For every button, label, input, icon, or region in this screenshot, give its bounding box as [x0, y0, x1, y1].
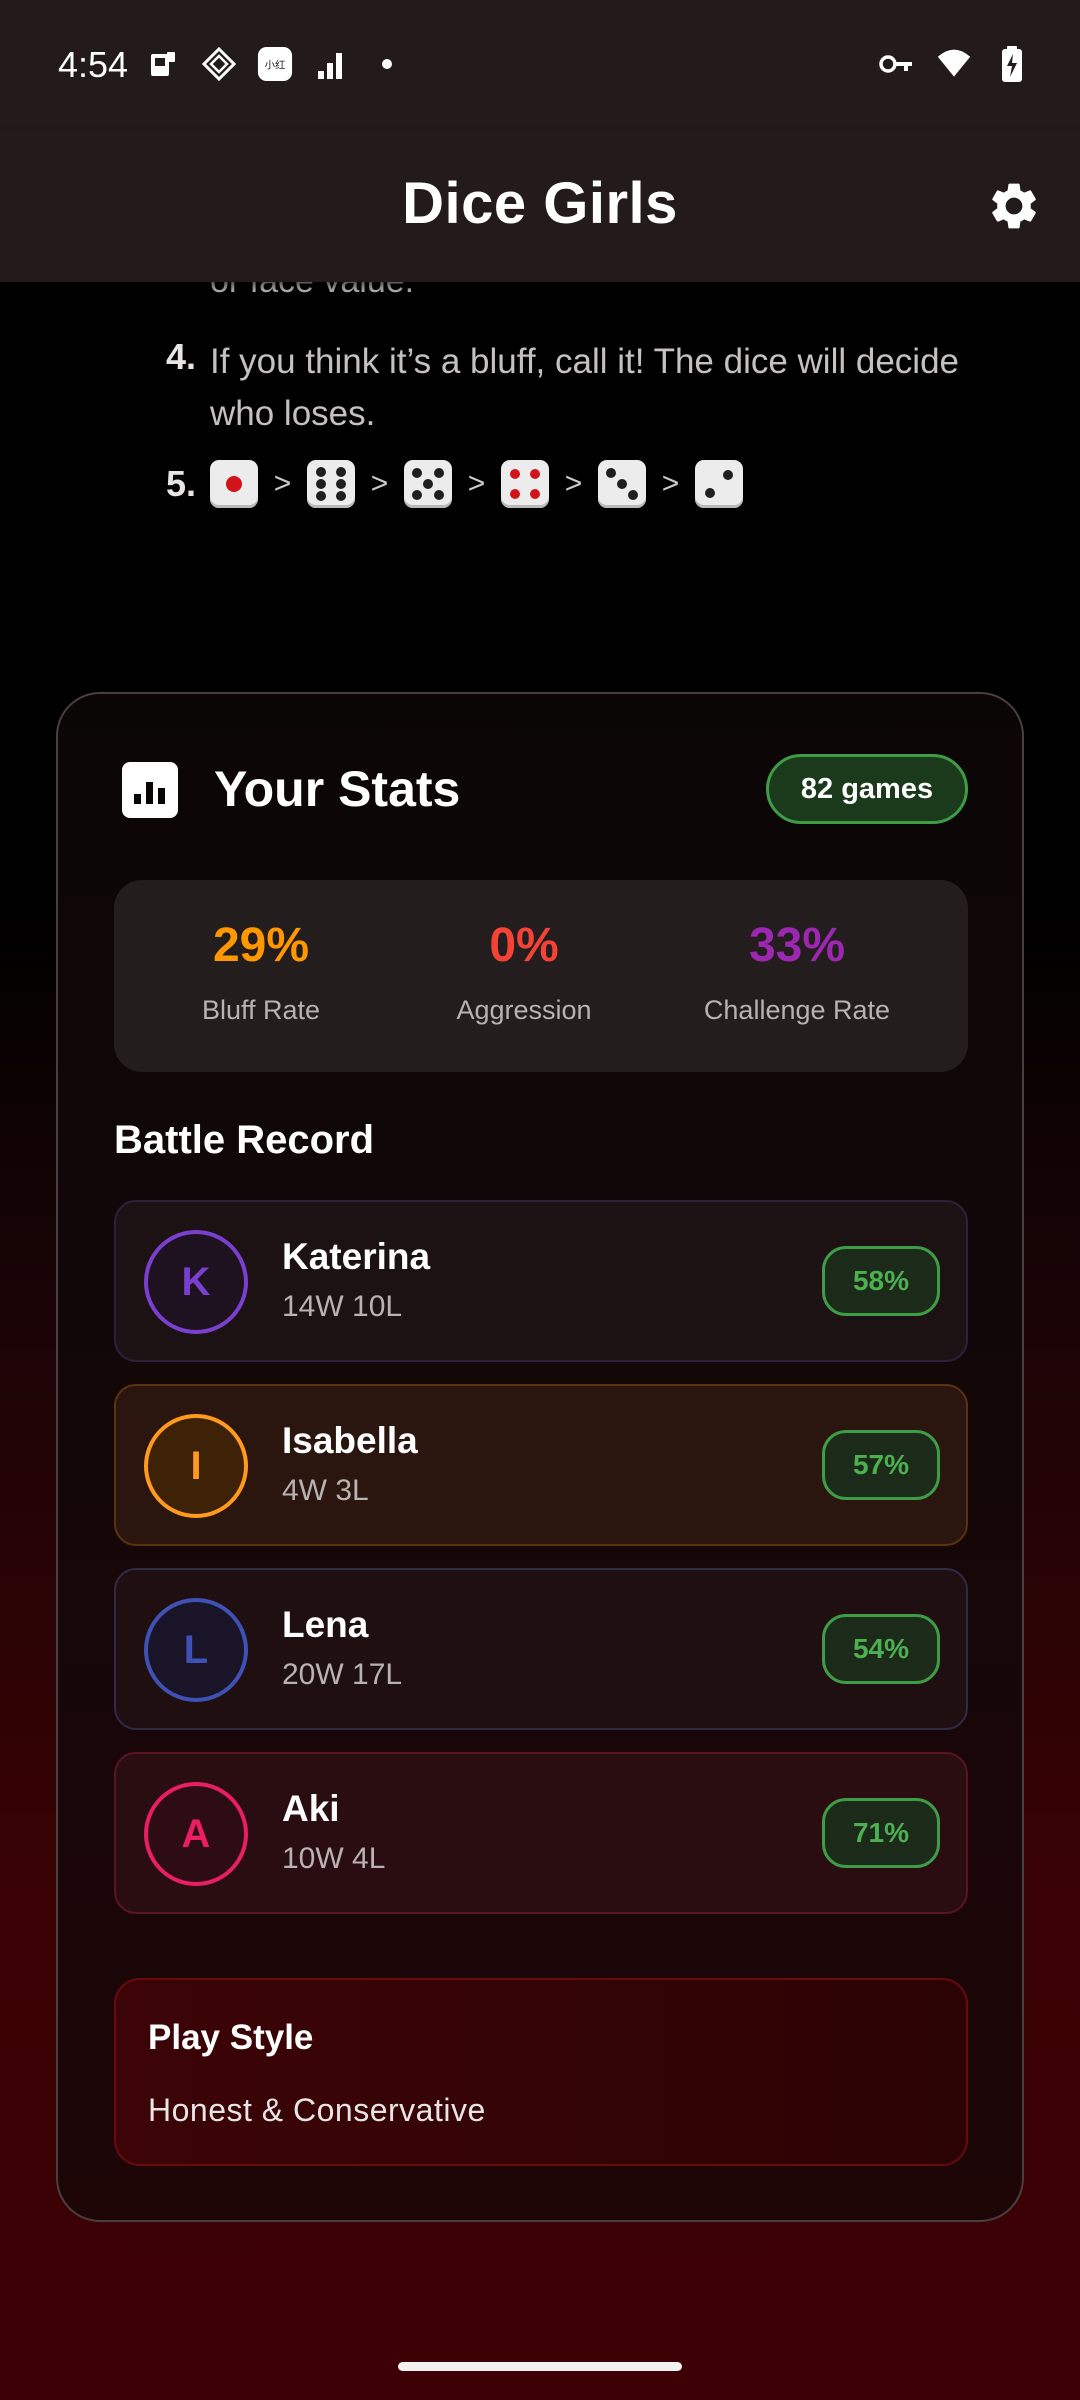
die-four-icon — [501, 460, 549, 508]
metric-value: 33% — [748, 919, 846, 972]
greater-than-sign: > — [370, 467, 389, 500]
opponent-card-aki[interactable]: A Aki 10W 4L 71% — [114, 1752, 968, 1914]
settings-button[interactable] — [984, 176, 1044, 236]
rule-number: 5. — [166, 463, 197, 504]
status-bar: 4:54 小红 — [0, 0, 1080, 130]
status-time: 4:54 — [58, 44, 129, 85]
sim-card-icon — [145, 46, 181, 82]
metric-challenge-rate: 33% Challenge Rate — [672, 918, 922, 1026]
app-bar: Dice Girls — [0, 130, 1080, 282]
stats-title: Your Stats — [214, 761, 461, 817]
opponent-record: 10W 4L — [282, 1842, 386, 1875]
status-notification-icons: 小红 — [145, 46, 405, 82]
metric-aggression: 0% Aggression — [424, 918, 624, 1026]
wifi-icon — [936, 46, 972, 82]
die-three-icon — [598, 460, 646, 508]
games-count-badge: 82 games — [766, 754, 968, 824]
die-one-icon — [210, 460, 258, 508]
stats-card: Your Stats 82 games 29% Bluff Rate 0% Ag… — [56, 692, 1024, 2222]
metric-bluff-rate: 29% Bluff Rate — [196, 918, 326, 1026]
metric-label: Aggression — [456, 995, 592, 1025]
battery-charging-icon — [994, 46, 1030, 82]
dot-icon — [369, 46, 405, 82]
battle-record-title: Battle Record — [114, 1118, 375, 1162]
die-six-icon — [307, 460, 355, 508]
opponent-name: Lena — [282, 1604, 369, 1645]
diamond-app-icon — [201, 46, 237, 82]
rule-number: 4. — [166, 336, 197, 377]
opponent-record: 4W 3L — [282, 1474, 369, 1507]
bar-chart-icon — [122, 762, 178, 818]
avatar: I — [144, 1414, 248, 1518]
status-system-icons — [878, 46, 1030, 82]
avatar: A — [144, 1782, 248, 1886]
app-badge-icon: 小红 — [257, 46, 293, 82]
opponent-card-lena[interactable]: L Lena 20W 17L 54% — [114, 1568, 968, 1730]
die-five-icon — [404, 460, 452, 508]
greater-than-sign: > — [273, 467, 292, 500]
metrics-panel: 29% Bluff Rate 0% Aggression 33% Challen… — [114, 880, 968, 1072]
opponent-record: 14W 10L — [282, 1290, 403, 1323]
greater-than-sign: > — [564, 467, 583, 500]
win-rate-badge: 58% — [822, 1246, 940, 1316]
win-rate-badge: 54% — [822, 1614, 940, 1684]
play-style-panel: Play Style Honest & Conservative — [114, 1978, 968, 2166]
signal-icon — [313, 46, 349, 82]
rule-item-4: 4. If you think it’s a bluff, call it! T… — [166, 336, 970, 440]
avatar: K — [144, 1230, 248, 1334]
opponent-name: Katerina — [282, 1236, 431, 1277]
metric-value: 29% — [212, 919, 310, 972]
rule-text: If you think it’s a bluff, call it! The … — [210, 342, 959, 433]
win-rate-badge: 71% — [822, 1798, 940, 1868]
home-indicator[interactable] — [398, 2362, 682, 2371]
vpn-key-icon — [878, 46, 914, 82]
opponent-card-katerina[interactable]: K Katerina 14W 10L 58% — [114, 1200, 968, 1362]
metric-label: Bluff Rate — [201, 995, 321, 1025]
gear-icon — [992, 183, 1036, 229]
opponent-name: Isabella — [282, 1420, 418, 1461]
die-two-icon — [695, 460, 743, 508]
greater-than-sign: > — [661, 467, 680, 500]
svg-text:小红: 小红 — [265, 59, 286, 72]
app-title: Dice Girls — [402, 171, 678, 236]
play-style-value: Honest & Conservative — [148, 2092, 486, 2128]
metric-label: Challenge Rate — [703, 995, 891, 1025]
opponent-card-isabella[interactable]: I Isabella 4W 3L 57% — [114, 1384, 968, 1546]
opponent-name: Aki — [282, 1788, 340, 1829]
rule-item-5-dice-ranking: 5. > > > > > — [166, 460, 743, 508]
metric-value: 0% — [489, 919, 559, 972]
greater-than-sign: > — [467, 467, 486, 500]
opponent-record: 20W 17L — [282, 1658, 403, 1691]
avatar: L — [144, 1598, 248, 1702]
win-rate-badge: 57% — [822, 1430, 940, 1500]
play-style-title: Play Style — [148, 2018, 314, 2057]
